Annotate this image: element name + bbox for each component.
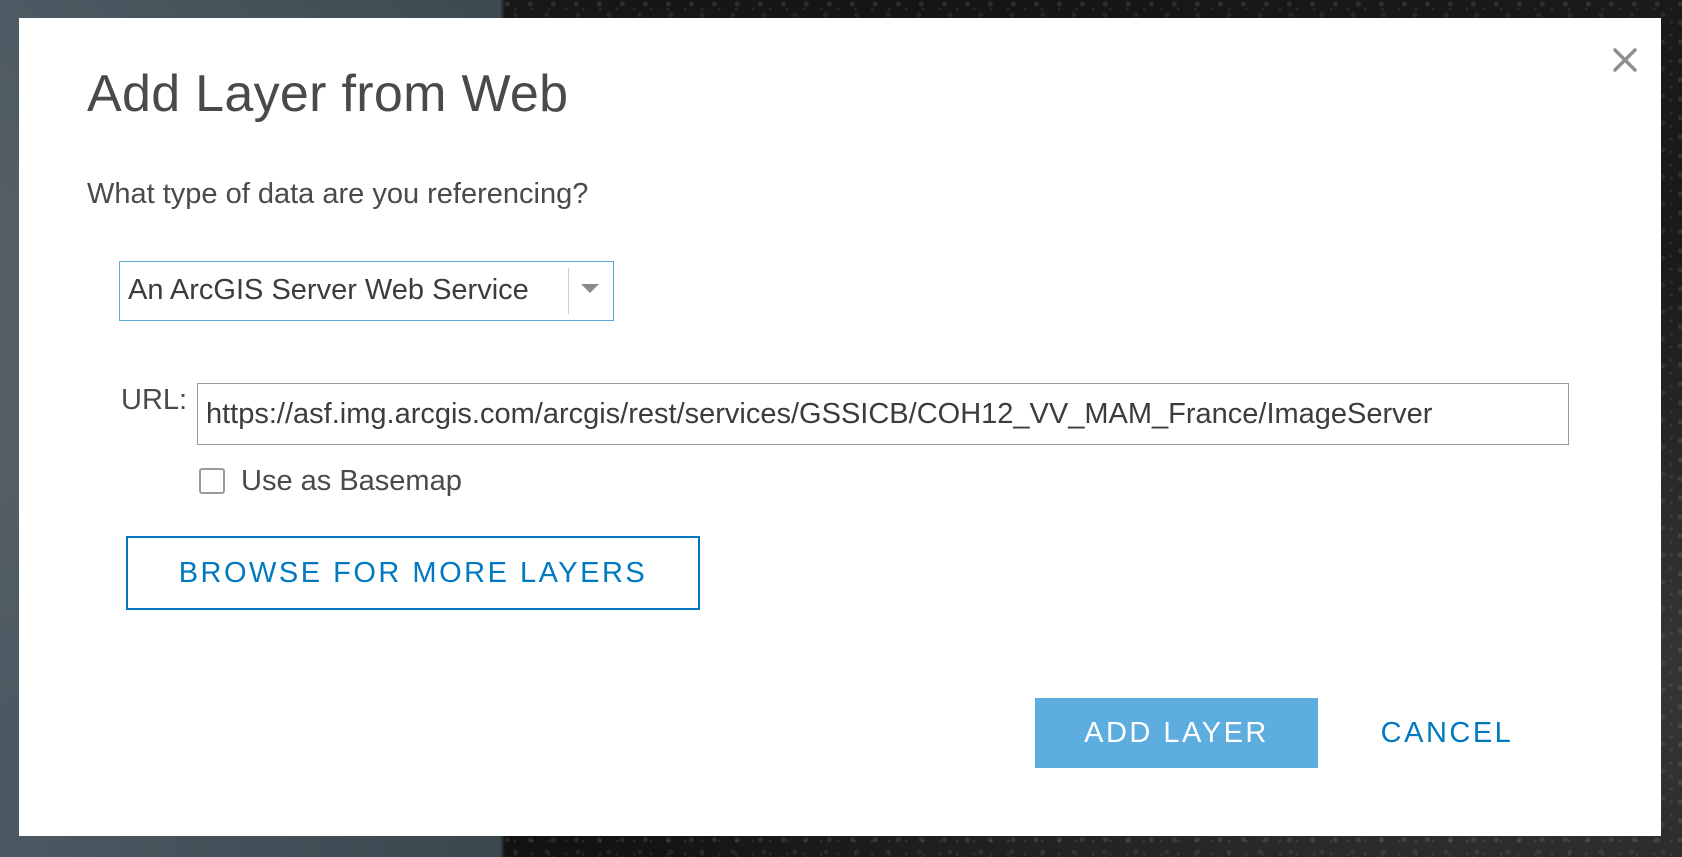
close-icon (1613, 48, 1637, 72)
close-button[interactable] (1603, 38, 1647, 82)
add-layer-dialog: Add Layer from Web What type of data are… (19, 18, 1661, 836)
data-type-question: What type of data are you referencing? (87, 178, 589, 210)
cancel-button[interactable]: CANCEL (1357, 698, 1537, 768)
chevron-down-icon (581, 284, 599, 293)
url-input[interactable] (197, 383, 1569, 445)
data-type-select-value: An ArcGIS Server Web Service (128, 274, 529, 306)
data-type-select[interactable]: An ArcGIS Server Web Service (119, 261, 614, 321)
use-as-basemap-label: Use as Basemap (241, 464, 462, 497)
use-as-basemap-option[interactable]: Use as Basemap (199, 461, 462, 501)
dialog-title: Add Layer from Web (87, 65, 569, 123)
url-label: URL: (121, 384, 188, 416)
browse-for-more-layers-button[interactable]: BROWSE FOR MORE LAYERS (126, 536, 700, 610)
use-as-basemap-checkbox[interactable] (199, 468, 225, 494)
select-divider (568, 268, 569, 314)
add-layer-button[interactable]: ADD LAYER (1035, 698, 1318, 768)
